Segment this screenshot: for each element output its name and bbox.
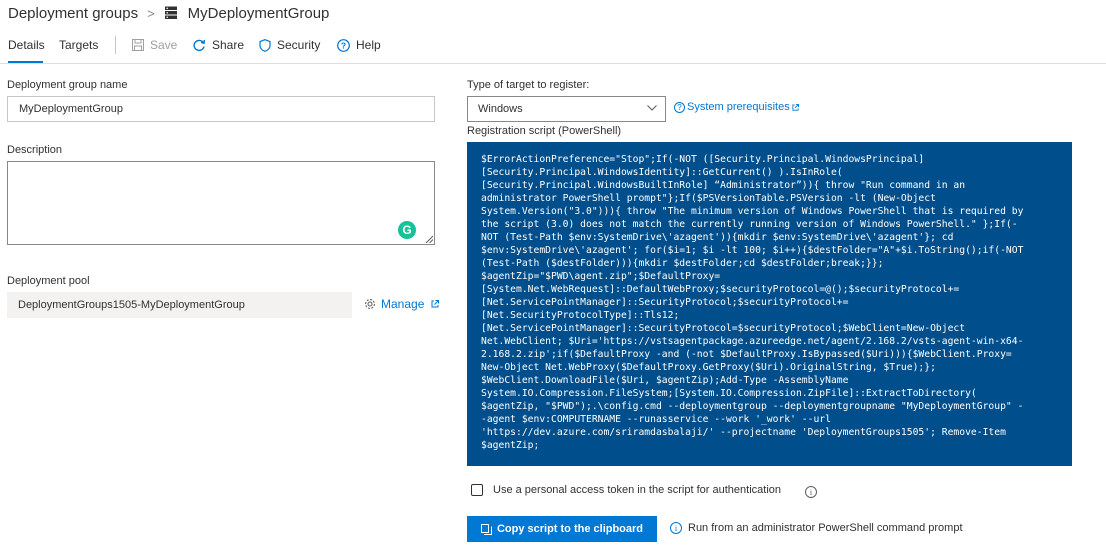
help-icon: ? — [337, 38, 350, 52]
breadcrumb-separator: > — [147, 5, 155, 21]
tab-targets[interactable]: Targets — [59, 30, 98, 60]
target-type-label: Type of target to register: — [467, 79, 590, 91]
name-input-value: MyDeploymentGroup — [19, 103, 123, 115]
resize-grip-icon[interactable] — [425, 235, 433, 243]
copy-icon — [480, 523, 492, 535]
pool-label: Deployment pool — [7, 275, 90, 287]
registration-script-block[interactable]: $ErrorActionPreference="Stop";If(-NOT ([… — [467, 142, 1072, 466]
external-link-icon — [431, 300, 440, 308]
pat-label: Use a personal access token in the scrip… — [493, 484, 781, 496]
manage-label: Manage — [381, 297, 425, 311]
chevron-down-icon — [647, 105, 657, 111]
copy-script-button[interactable]: Copy script to the clipboard — [467, 516, 657, 542]
tab-details[interactable]: Details — [8, 30, 45, 60]
help-label: Help — [356, 38, 381, 52]
name-label: Deployment group name — [7, 79, 128, 91]
save-icon — [132, 39, 144, 51]
gear-icon — [365, 299, 375, 309]
breadcrumb-deployment-groups[interactable]: Deployment groups — [8, 5, 138, 22]
name-input[interactable]: MyDeploymentGroup — [7, 96, 435, 122]
script-label: Registration script (PowerShell) — [467, 125, 622, 137]
breadcrumb: Deployment groups > MyDeploymentGroup — [8, 3, 329, 23]
security-label: Security — [277, 38, 321, 52]
share-button[interactable]: Share — [193, 30, 244, 60]
pat-checkbox[interactable] — [471, 484, 483, 496]
security-button[interactable]: Security — [259, 30, 320, 60]
description-textarea[interactable] — [7, 161, 435, 245]
pool-readonly-field: DeploymentGroups1505-MyDeploymentGroup — [7, 292, 352, 318]
info-icon: i — [670, 522, 682, 534]
active-tab-indicator — [8, 61, 43, 63]
breadcrumb-current: MyDeploymentGroup — [187, 4, 330, 22]
share-label: Share — [212, 38, 245, 52]
toolbar: Details Targets Save Share Security ? He… — [0, 30, 1106, 64]
external-link-icon — [792, 103, 799, 111]
question-icon: ? — [674, 101, 685, 113]
run-note: i Run from an administrator PowerShell c… — [670, 522, 963, 534]
description-label: Description — [7, 144, 63, 156]
toolbar-divider — [115, 36, 116, 54]
copy-label: Copy script to the clipboard — [496, 523, 644, 535]
info-icon[interactable]: i — [805, 486, 817, 498]
tab-details-label: Details — [8, 38, 45, 52]
svg-text:?: ? — [341, 40, 346, 50]
shield-icon — [259, 38, 271, 52]
grammarly-icon[interactable]: G — [398, 221, 416, 239]
run-note-text: Run from an administrator PowerShell com… — [688, 522, 963, 534]
target-type-dropdown[interactable]: Windows — [467, 96, 666, 122]
share-icon — [193, 39, 205, 51]
tab-targets-label: Targets — [59, 38, 99, 52]
save-button[interactable]: Save — [132, 30, 177, 60]
pool-value: DeploymentGroups1505-MyDeploymentGroup — [18, 299, 245, 311]
prereq-label: System prerequisites — [687, 101, 790, 113]
server-icon — [164, 6, 178, 20]
target-type-value: Windows — [478, 103, 523, 115]
save-label: Save — [150, 38, 178, 52]
system-prerequisites-link[interactable]: ? System prerequisites — [674, 101, 799, 113]
manage-pool-link[interactable]: Manage — [364, 297, 440, 311]
pat-option: Use a personal access token in the scrip… — [471, 484, 781, 496]
help-button[interactable]: ? Help — [337, 30, 381, 60]
